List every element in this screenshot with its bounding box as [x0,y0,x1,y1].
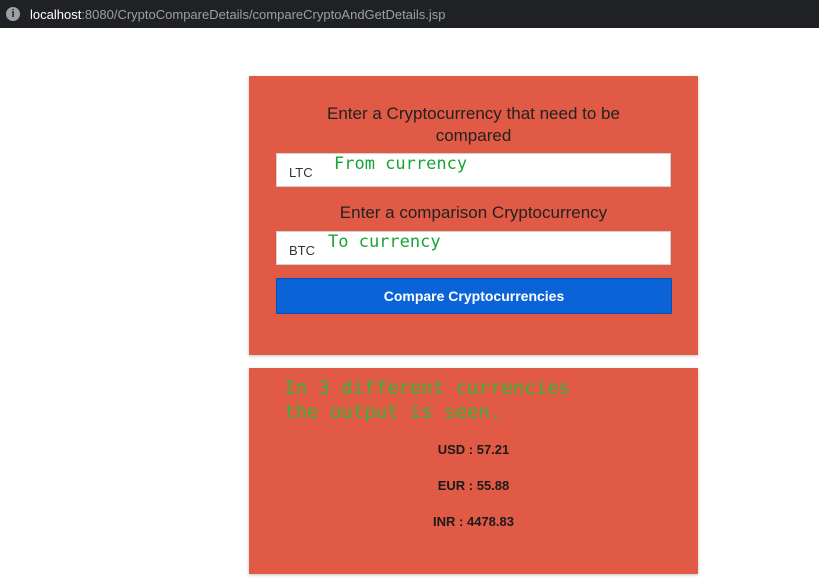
info-icon[interactable]: i [6,7,20,21]
inr-rate: INR : 4478.83 [433,514,514,529]
results-annotation-line2: the output is seen. [284,401,502,423]
results-annotation: In 3 different currencies the output is … [284,376,570,424]
to-currency-input[interactable]: BTC To currency [276,231,671,265]
compare-button[interactable]: Compare Cryptocurrencies [276,278,672,314]
url-host: localhost [30,6,82,22]
from-currency-annotation: From currency [334,154,468,174]
results-annotation-line1: In 3 different currencies [284,377,570,399]
from-currency-input[interactable]: LTC From currency [276,153,671,187]
from-currency-value: LTC [289,164,313,180]
url-path: :8080/CryptoCompareDetails/compareCrypto… [81,6,446,22]
usd-rate: USD : 57.21 [437,442,510,457]
to-currency-prompt: Enter a comparison Cryptocurrency [339,203,608,222]
results-panel: In 3 different currencies the output is … [249,368,698,574]
to-currency-annotation: To currency [328,232,441,252]
browser-address-bar[interactable]: i localhost :8080/CryptoCompareDetails/c… [0,0,819,28]
to-currency-value: BTC [289,242,315,258]
compare-form-panel: Enter a Cryptocurrency that need to be c… [249,76,698,355]
eur-rate: EUR : 55.88 [437,478,510,493]
from-currency-prompt: Enter a Cryptocurrency that need to be c… [327,104,620,145]
